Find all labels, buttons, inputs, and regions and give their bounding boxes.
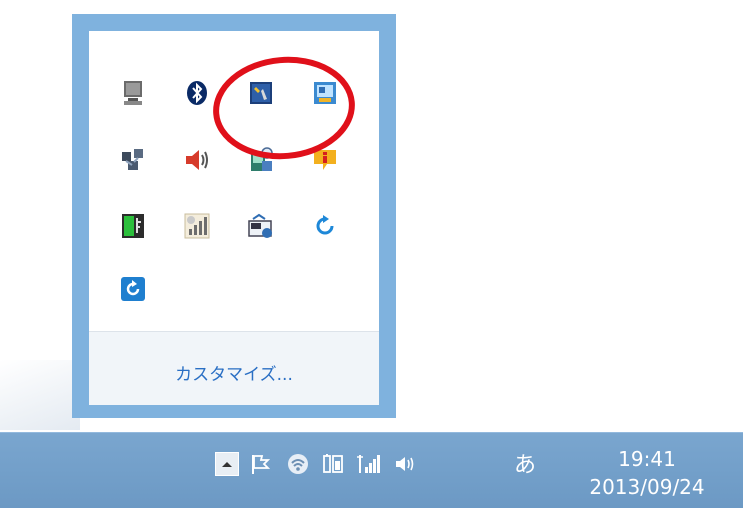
wifi-network-icon[interactable] [285,451,311,477]
notification-overflow-flyout: カスタマイズ... [72,14,396,418]
tray-icon-grid [89,31,379,331]
flyout-panel: カスタマイズ... [89,31,379,405]
customize-link[interactable]: カスタマイズ... [89,360,379,385]
sync-app-icon[interactable] [116,272,150,306]
show-hidden-icons-button[interactable] [215,452,239,476]
ime-mode-indicator[interactable]: あ [508,447,542,479]
refresh-arrow-icon[interactable] [308,209,342,243]
tools-icon[interactable] [244,76,278,110]
network-devices-icon[interactable] [116,143,150,177]
bluetooth-icon[interactable] [180,76,214,110]
battery-icon[interactable] [320,451,346,477]
display-settings-icon[interactable] [308,76,342,110]
chevron-up-icon [222,462,232,467]
usb-device-icon[interactable] [116,209,150,243]
signal-meter-icon[interactable] [180,209,214,243]
info-balloon-icon[interactable] [308,143,342,177]
flyout-footer: カスタマイズ... [89,332,379,405]
desktop-background [0,360,80,430]
system-clock[interactable]: 19:41 2013/09/24 [567,445,727,501]
taskbar: あ 19:41 2013/09/24 [0,432,743,508]
mobile-signal-icon[interactable] [355,451,383,477]
volume-red-icon[interactable] [180,143,214,177]
network-sync-icon[interactable] [244,209,278,243]
clock-time: 19:41 [618,447,676,471]
clock-date: 2013/09/24 [589,475,705,499]
action-center-flag-icon[interactable] [247,451,273,477]
monitor-icon[interactable] [116,76,150,110]
network-adapter-icon[interactable] [244,143,278,177]
volume-icon[interactable] [392,451,420,477]
